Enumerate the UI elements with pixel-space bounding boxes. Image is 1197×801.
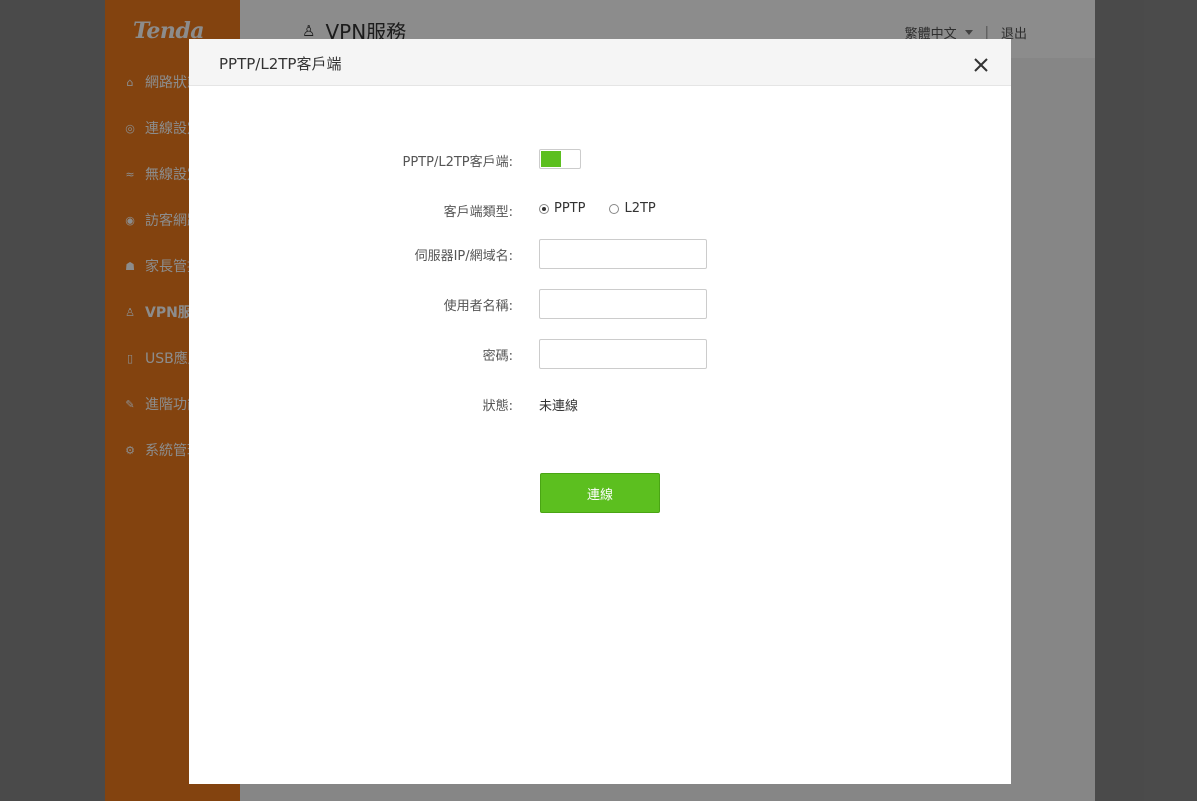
client-enable-toggle[interactable] [539, 149, 581, 169]
radio-pptp[interactable]: PPTP [539, 201, 585, 216]
server-input[interactable] [539, 239, 707, 269]
radio-pptp-label: PPTP [554, 201, 586, 216]
radio-l2tp-label: L2TP [624, 201, 656, 216]
username-label: 使用者名稱: [443, 299, 513, 314]
toggle-on-indicator [541, 151, 561, 167]
client-type-radio-group: PPTP L2TP [539, 201, 656, 216]
client-toggle-label: PPTP/L2TP客戶端: [402, 155, 513, 170]
dialog-title: PPTP/L2TP客戶端 [219, 55, 342, 73]
dialog-header: PPTP/L2TP客戶端 [189, 39, 1011, 86]
username-input[interactable] [539, 289, 707, 319]
server-label: 伺服器IP/網域名: [414, 249, 513, 264]
vpn-client-dialog: PPTP/L2TP客戶端 PPTP/L2TP客戶端: 客戶端類型: PPTP L… [189, 39, 1011, 784]
status-value: 未連線 [539, 399, 579, 414]
radio-unchecked-icon [609, 203, 620, 214]
status-label: 狀態: [482, 399, 513, 414]
close-icon[interactable] [973, 57, 989, 73]
radio-l2tp[interactable]: L2TP [609, 201, 656, 216]
password-input[interactable] [539, 339, 707, 369]
radio-checked-icon [539, 203, 549, 214]
password-label: 密碼: [482, 349, 513, 364]
connect-button[interactable]: 連線 [540, 473, 660, 513]
client-type-label: 客戶端類型: [443, 205, 513, 220]
